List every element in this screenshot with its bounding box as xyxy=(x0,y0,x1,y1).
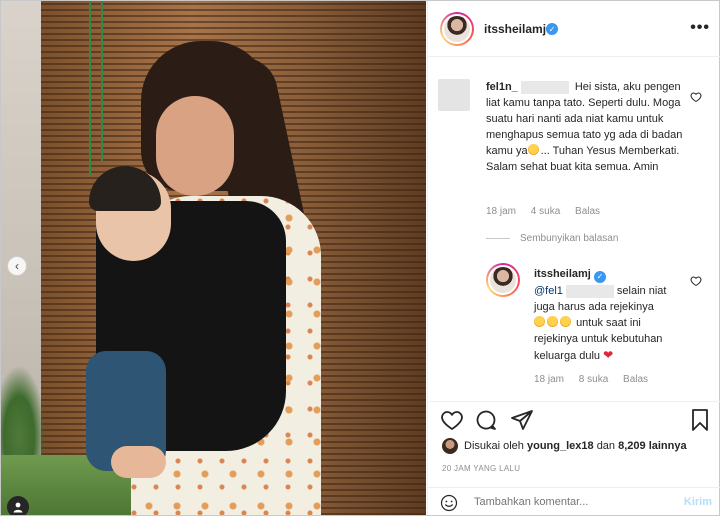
hide-replies-button[interactable]: Sembunyikan balasan xyxy=(486,233,618,244)
redacted-username-blur xyxy=(520,80,569,94)
chevron-left-icon: ‹ xyxy=(15,259,19,273)
like-reply-heart-icon[interactable] xyxy=(690,275,702,287)
action-bar xyxy=(428,401,720,437)
commenter-username[interactable]: fel1n_ xyxy=(486,81,518,93)
woman-face xyxy=(156,96,234,196)
reply-time: 18 jam xyxy=(534,374,565,385)
post-photo[interactable]: ‹ xyxy=(1,1,426,515)
reply-likes[interactable]: 8 suka xyxy=(579,374,608,385)
likes-prefix: Disukai oleh xyxy=(464,440,524,452)
emoji-smiley-icon[interactable] xyxy=(440,494,458,512)
laughing-emoji-icon xyxy=(560,316,571,327)
reply-text: itssheilamj ✓ @fel1 selain niat juga haru… xyxy=(534,266,684,364)
comment-bubble-icon[interactable] xyxy=(474,408,498,432)
rope xyxy=(89,1,91,176)
bookmark-save-icon[interactable] xyxy=(688,408,712,432)
reply-mention[interactable]: @fel1 xyxy=(534,285,563,297)
comment-time: 18 jam xyxy=(486,206,517,217)
reply-author-avatar[interactable] xyxy=(486,263,520,297)
add-comment-bar: Kirim xyxy=(428,487,720,515)
hide-replies-label: Sembunyikan balasan xyxy=(520,233,619,244)
reply-meta: 18 jam 8 suka Balas xyxy=(534,374,660,385)
reply-reply-button[interactable]: Balas xyxy=(623,374,648,385)
rope xyxy=(101,1,103,161)
post-header: itssheilamj ✓ ••• xyxy=(428,1,720,57)
user-icon xyxy=(13,502,23,513)
likes-summary: Disukai oleh young_lex18 dan 8,209 lainn… xyxy=(442,438,687,454)
laughing-emoji-icon xyxy=(534,316,545,327)
carousel-prev-button[interactable]: ‹ xyxy=(7,256,27,276)
commenter-avatar[interactable] xyxy=(438,79,470,111)
share-send-icon[interactable] xyxy=(510,408,534,432)
likes-count[interactable]: 8,209 lainnya xyxy=(618,440,687,452)
verified-badge-icon: ✓ xyxy=(546,23,558,35)
tagged-users-button[interactable] xyxy=(7,496,29,515)
post-sidebar: itssheilamj ✓ ••• fel1n_ Hei sista, aku … xyxy=(427,1,720,515)
comment-line-1: Hei sista, aku pengen xyxy=(574,81,681,93)
add-comment-input[interactable] xyxy=(474,496,674,508)
comment-text: fel1n_ Hei sista, aku pengen liat kamu t… xyxy=(486,79,686,175)
heart-eyes-emoji-icon xyxy=(527,144,539,155)
like-comment-heart-icon[interactable] xyxy=(690,91,702,103)
author-username[interactable]: itssheilamj xyxy=(484,22,546,36)
send-comment-button[interactable]: Kirim xyxy=(684,496,712,508)
divider-line xyxy=(486,238,510,239)
liker-avatar[interactable] xyxy=(442,438,458,454)
author-avatar[interactable] xyxy=(440,12,474,46)
liker-username[interactable]: young_lex18 xyxy=(527,440,594,452)
comment-reply-button[interactable]: Balas xyxy=(575,206,600,217)
reply-username[interactable]: itssheilamj xyxy=(534,268,591,280)
verified-badge-icon: ✓ xyxy=(593,271,606,283)
baby-foot xyxy=(111,446,166,478)
post-timestamp[interactable]: 20 JAM YANG LALU xyxy=(442,464,520,473)
comment-likes[interactable]: 4 suka xyxy=(531,206,560,217)
redacted-mention-blur xyxy=(565,284,614,298)
more-options-icon[interactable]: ••• xyxy=(690,19,710,37)
likes-middle: dan xyxy=(596,440,616,452)
laughing-emoji-icon xyxy=(547,316,558,327)
comment-meta: 18 jam 4 suka Balas xyxy=(486,206,612,217)
red-heart-emoji-icon: ❤ xyxy=(603,348,614,362)
comments-section: fel1n_ Hei sista, aku pengen liat kamu t… xyxy=(428,57,720,397)
like-heart-icon[interactable] xyxy=(440,408,464,432)
